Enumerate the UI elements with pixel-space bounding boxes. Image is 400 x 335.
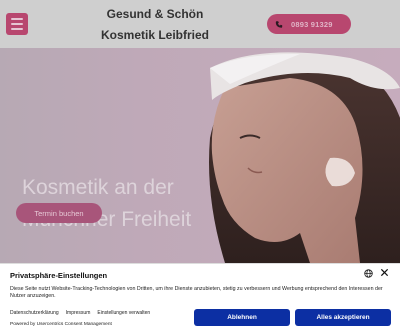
phone-button[interactable]: 0893 91329 (267, 14, 351, 34)
deny-button[interactable]: Ablehnen (194, 309, 290, 326)
manage-settings-link[interactable]: Einstellungen verwalten (97, 310, 150, 316)
site-header: Gesund & Schön Kosmetik Leibfried 0893 9… (0, 0, 400, 48)
hero-title-line1: Kosmetik an der (22, 176, 174, 199)
accept-all-button[interactable]: Alles akzeptieren (295, 309, 391, 326)
privacy-policy-link[interactable]: Datenschutzerklärung (10, 310, 59, 316)
brand-name-line2[interactable]: Kosmetik Leibfried (100, 28, 210, 42)
hamburger-menu-button[interactable] (6, 13, 28, 35)
consent-links: Datenschutzerklärung Impressum Einstellu… (10, 310, 150, 316)
imprint-link[interactable]: Impressum (66, 310, 91, 316)
book-appointment-button[interactable]: Termin buchen (16, 203, 102, 223)
powered-by-text: Powered by Usercentrics Consent Manageme… (10, 322, 112, 327)
hero-banner: Kosmetik an der Münchner Freiheit (0, 48, 400, 263)
menu-bar-icon (11, 18, 23, 20)
menu-bar-icon (11, 28, 23, 30)
brand-name-line1[interactable]: Gesund & Schön (100, 7, 210, 21)
consent-title: Privatsphäre-Einstellungen (10, 271, 108, 280)
close-icon[interactable] (380, 268, 389, 277)
consent-text: Diese Seite nutzt Website-Tracking-Techn… (10, 286, 383, 299)
phone-icon (275, 20, 283, 28)
menu-bar-icon (11, 23, 23, 25)
phone-number: 0893 91329 (291, 19, 333, 29)
language-globe-icon[interactable] (364, 269, 373, 278)
